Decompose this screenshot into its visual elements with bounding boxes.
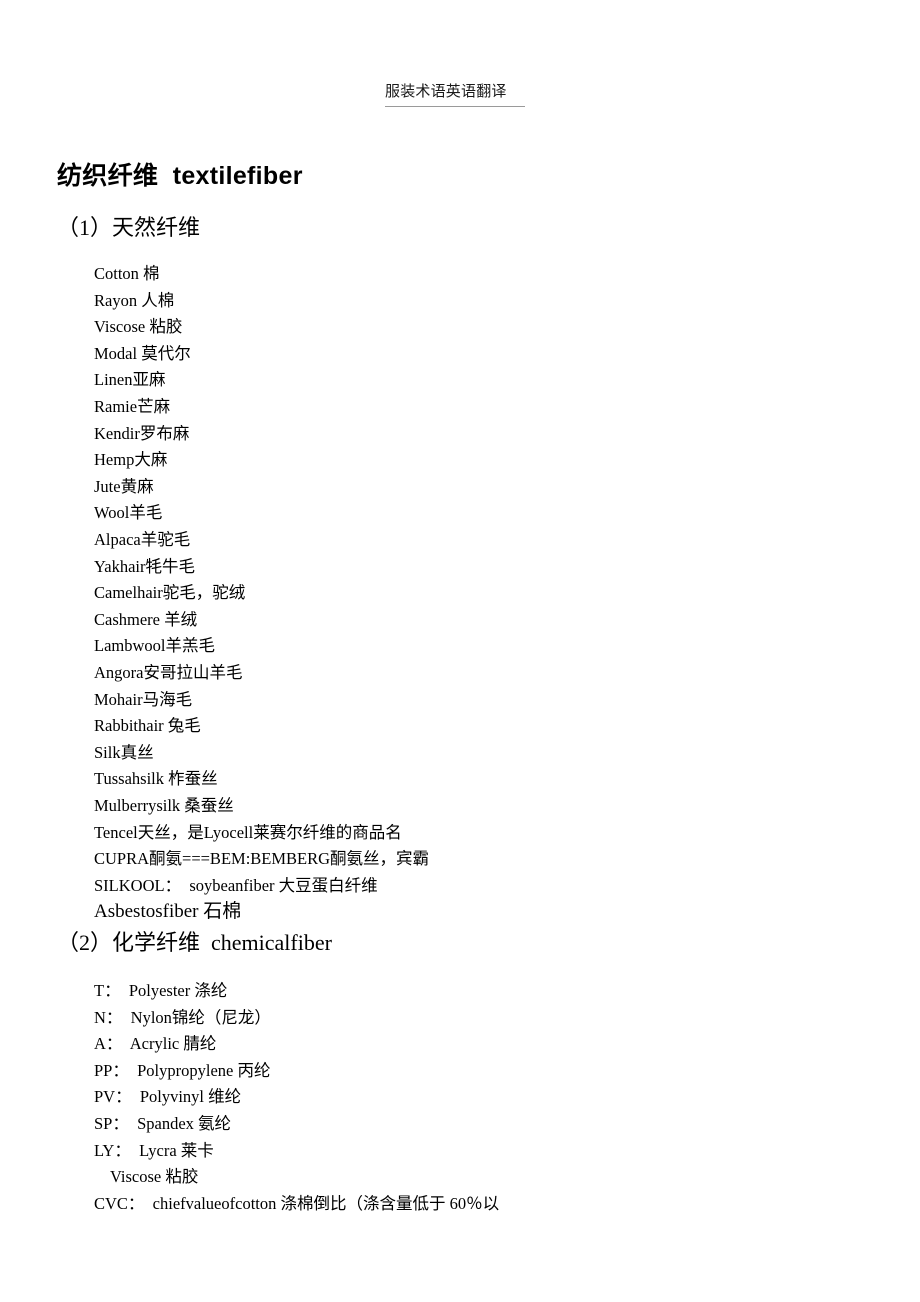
list-item: T： Polyester 涤纶 (94, 981, 228, 1000)
list-item: SILKOOL： soybeanfiber 大豆蛋白纤维 (94, 875, 378, 895)
section-heading-natural-fiber: （1）天然纤维 (57, 215, 201, 240)
list-item: Silk真丝 (94, 742, 154, 762)
list-item: Mohair马海毛 (94, 689, 193, 709)
list-item: Asbestosfiber 石棉 (94, 901, 242, 923)
list-item: Tencel天丝，是Lyocell莱赛尔纤维的商品名 (94, 822, 402, 842)
list-item: Mulberrysilk 桑蚕丝 (94, 796, 234, 815)
list-item: Ramie芒麻 (94, 397, 171, 416)
list-item: Hemp大麻 (94, 450, 168, 470)
running-header: 服装术语英语翻译 (385, 80, 525, 107)
list-item: Angora安哥拉山羊毛 (94, 663, 243, 682)
list-item: Yakhair牦牛毛 (94, 556, 195, 576)
list-item: Rabbithair 兔毛 (94, 716, 201, 736)
list-item: Lambwool羊羔毛 (94, 636, 215, 656)
list-item: Kendir罗布麻 (94, 423, 190, 443)
list-item: Wool羊毛 (94, 503, 163, 523)
list-item: Camelhair驼毛，驼绒 (94, 583, 246, 603)
list-item: SP： Spandex 氨纶 (94, 1114, 232, 1133)
list-item: Cotton 棉 (94, 264, 160, 283)
section-heading-chemical-fiber: （2）化学纤维 chemicalfiber (57, 930, 332, 955)
list-item: Cashmere 羊绒 (94, 609, 198, 629)
list-item: Tussahsilk 柞蚕丝 (94, 769, 218, 789)
list-item: Viscose 粘胶 (94, 317, 183, 337)
list-item: N： Nylon锦纶（尼龙） (94, 1007, 271, 1027)
list-item: Alpaca羊驼毛 (94, 530, 191, 549)
list-item: LY： Lycra 莱卡 (94, 1140, 214, 1160)
list-item: Modal 莫代尔 (94, 343, 191, 363)
list-item: Viscose 粘胶 (110, 1167, 199, 1187)
list-item: CVC： chiefvalueofcotton 涤棉倒比（涤含量低于 60％以 (94, 1193, 500, 1213)
list-item: CUPRA酮氨===BEM:BEMBERG酮氨丝，宾霸 (94, 849, 430, 869)
list-item: Jute黄麻 (94, 476, 154, 496)
running-header-title: 服装术语英语翻译 (385, 83, 507, 100)
list-item: Rayon 人棉 (94, 290, 175, 310)
page-title: 纺织纤维 textilefiber (57, 162, 303, 190)
list-item: A： Acrylic 腈纶 (94, 1034, 217, 1054)
list-item: Linen亚麻 (94, 370, 166, 390)
list-item: PV： Polyvinyl 维纶 (94, 1087, 242, 1107)
document-page: 服装术语英语翻译 纺织纤维 textilefiber （1）天然纤维 Cotto… (0, 0, 920, 1302)
list-item: PP： Polypropylene 丙纶 (94, 1060, 271, 1080)
